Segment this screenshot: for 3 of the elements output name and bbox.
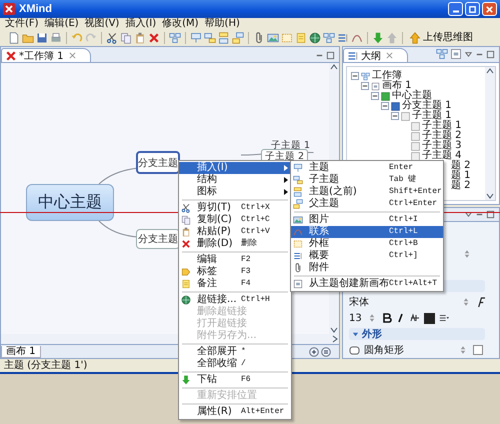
window-title: XMind (19, 3, 52, 15)
status-text: 主题 (分支主题 1') (4, 360, 88, 371)
section-title: 外形 (362, 328, 382, 341)
